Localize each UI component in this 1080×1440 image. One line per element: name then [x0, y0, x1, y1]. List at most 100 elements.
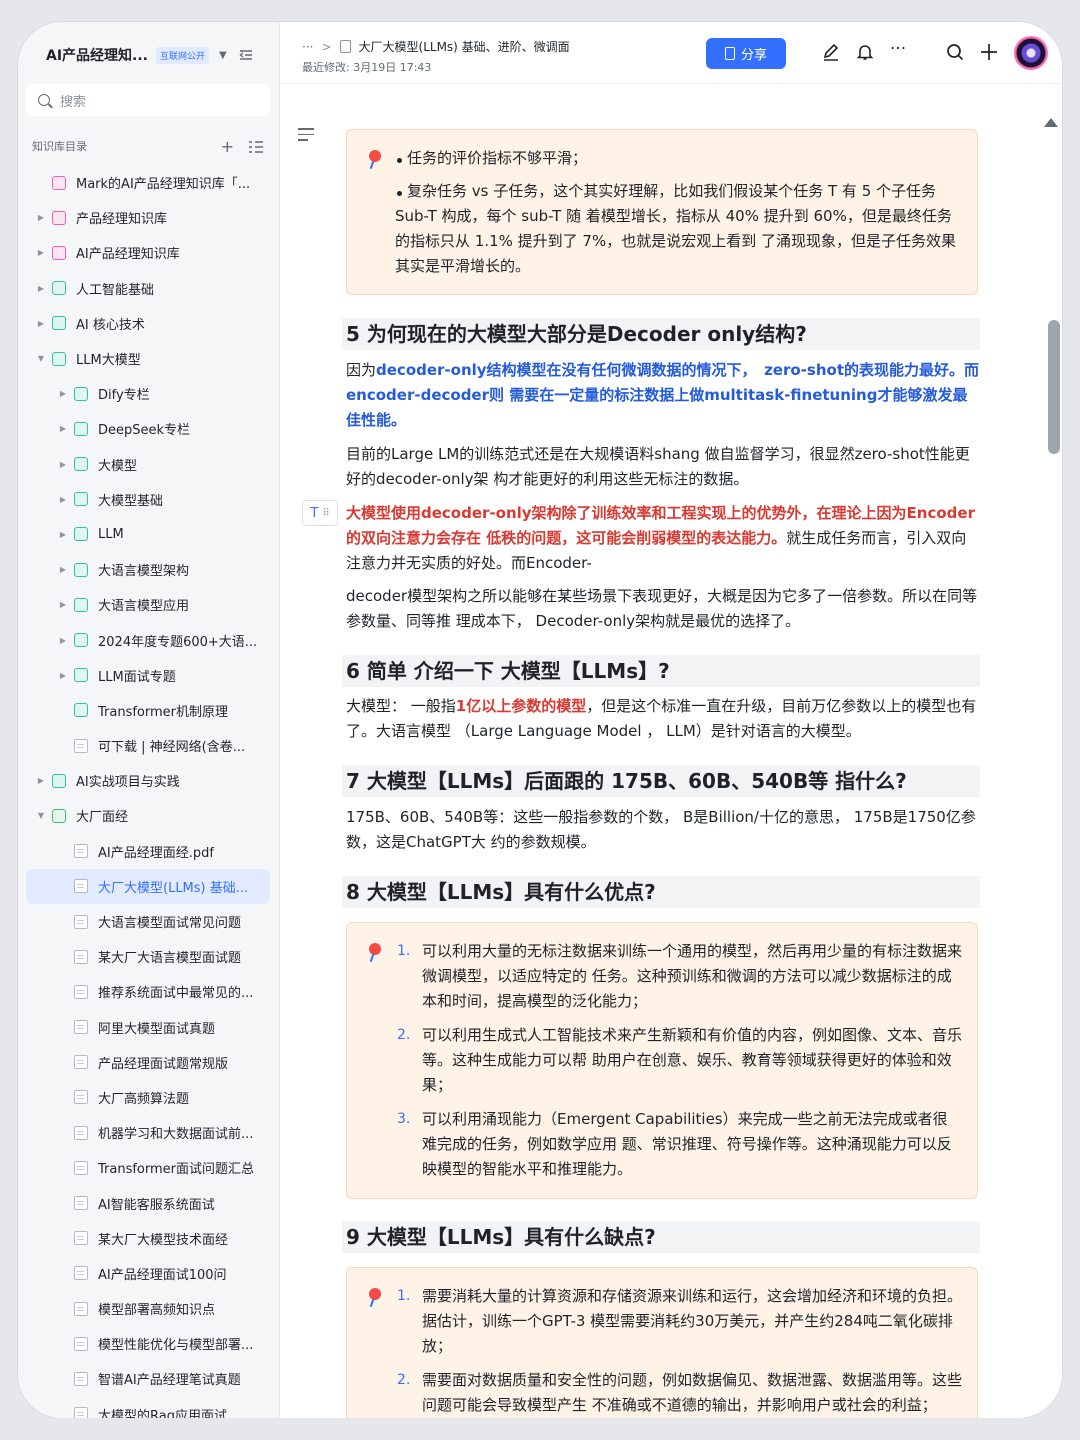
paragraph-5d: decoder模型架构之所以能够在某些场景下表现更好，大概是因为它多了一倍参数。…: [346, 587, 978, 630]
chevron-right-icon[interactable]: ▶: [36, 284, 46, 293]
sidebar-tree-item[interactable]: 智谱AI产品经理笔试真题: [26, 1361, 270, 1396]
pen-icon[interactable]: [820, 41, 842, 63]
scroll-up-icon[interactable]: [1044, 118, 1058, 127]
sidebar-tree-item[interactable]: ▶ Dify专栏: [26, 376, 270, 411]
document-icon: [74, 1160, 88, 1175]
sidebar-tree-item[interactable]: ▼ 大厂面经: [26, 798, 270, 833]
sidebar-tree-item[interactable]: ▶ 大模型: [26, 447, 270, 482]
sidebar-tree-item[interactable]: ▶ 2024年度专题600+大语...: [26, 622, 270, 657]
sidebar-tree-item[interactable]: ▶ DeepSeek专栏: [26, 411, 270, 446]
sidebar-item-label: 大模型基础: [98, 493, 164, 509]
document-icon: [74, 1090, 88, 1105]
sidebar-tree-item[interactable]: AI产品经理面经.pdf: [26, 834, 270, 869]
sidebar-tree-item[interactable]: 机器学习和大数据面试前...: [26, 1115, 270, 1150]
collapse-sidebar-icon[interactable]: [239, 49, 253, 61]
sidebar-tree-item[interactable]: Transformer机制原理: [26, 693, 270, 728]
sidebar-tree-item[interactable]: 大语言模型面试常见问题: [26, 904, 270, 939]
chevron-down-icon[interactable]: ▼: [36, 354, 46, 363]
sidebar-tree-item[interactable]: ▶ 人工智能基础: [26, 271, 270, 306]
sidebar-tree-item[interactable]: ▼ LLM大模型: [26, 341, 270, 376]
chevron-right-icon[interactable]: ▶: [58, 389, 68, 398]
chevron-right-icon[interactable]: ▶: [58, 424, 68, 433]
last-modified: 最近修改: 3月19日 17:43: [302, 61, 432, 74]
sidebar-tree-item[interactable]: ▶ 大语言模型架构: [26, 552, 270, 587]
sidebar-tree-item[interactable]: 产品经理面试题常规版: [26, 1045, 270, 1080]
sidebar-tree-item[interactable]: ▶ 产品经理知识库: [26, 200, 270, 235]
breadcrumb-more[interactable]: ···: [302, 40, 313, 54]
sidebar-item-label: 人工智能基础: [76, 282, 155, 298]
bell-icon[interactable]: [854, 41, 876, 63]
document-title[interactable]: 大厂大模型(LLMs) 基础、进阶、微调面: [359, 38, 570, 55]
scrollbar[interactable]: [1048, 320, 1060, 454]
sidebar-item-label: AI产品经理面经.pdf: [98, 845, 214, 861]
sidebar-item-label: Transformer面试问题汇总: [98, 1162, 255, 1178]
knowledge-icon: [74, 562, 88, 577]
document-icon: [74, 914, 88, 929]
sidebar-item-label: 2024年度专题600+大语...: [98, 634, 258, 650]
sidebar-tree-item[interactable]: 阿里大模型面试真题: [26, 1010, 270, 1045]
chevron-right-icon[interactable]: ▶: [36, 776, 46, 785]
sidebar-tree-item[interactable]: 推荐系统面试中最常见的...: [26, 974, 270, 1009]
sidebar-tree-item[interactable]: ▶ AI实战项目与实践: [26, 763, 270, 798]
heading-9: 9 大模型【LLMs】具有什么缺点?: [342, 1221, 980, 1253]
chevron-right-icon[interactable]: ▶: [36, 248, 46, 257]
chevron-right-icon[interactable]: ▶: [58, 671, 68, 680]
sidebar-tree-item[interactable]: Mark的AI产品经理知识库「...: [26, 165, 270, 200]
sidebar-item-label: 大厂面经: [76, 810, 129, 826]
search-icon: [38, 94, 50, 106]
sidebar-tree-item[interactable]: ▶ AI产品经理知识库: [26, 235, 270, 270]
sidebar-tree-item[interactable]: 模型部署高频知识点: [26, 1291, 270, 1326]
sidebar-tree-item[interactable]: 模型性能优化与模型部署...: [26, 1326, 270, 1361]
pushpin-icon: [369, 943, 381, 955]
knowledge-icon: [52, 245, 66, 260]
share-button[interactable]: 分享: [706, 38, 786, 69]
chevron-right-icon[interactable]: ▶: [36, 213, 46, 222]
search-icon[interactable]: [944, 41, 966, 63]
chevron-right-icon[interactable]: ▶: [58, 565, 68, 574]
chevron-right-icon[interactable]: ▶: [58, 636, 68, 645]
chevron-right-icon[interactable]: ▶: [58, 460, 68, 469]
outline-icon[interactable]: [298, 128, 314, 145]
chevron-right-icon[interactable]: ▶: [36, 319, 46, 328]
heading-6: 6 简单 介绍一下 大模型【LLMs】?: [342, 655, 980, 687]
sidebar-item-label: AI智能客服系统面试: [98, 1197, 215, 1213]
chevron-right-icon[interactable]: ▶: [58, 530, 68, 539]
sidebar-tree-item[interactable]: 可下载 | 神经网络(含卷...: [26, 728, 270, 763]
sidebar-tree-item[interactable]: 大模型的Rag应用面试: [26, 1397, 270, 1418]
sidebar-tree-item[interactable]: 大厂高频算法题: [26, 1080, 270, 1115]
sidebar-tree-item[interactable]: ▶ 大语言模型应用: [26, 587, 270, 622]
chevron-right-icon[interactable]: ▶: [58, 495, 68, 504]
highlight-span: 1亿以上参数的模型: [455, 697, 587, 715]
avatar[interactable]: [1014, 36, 1048, 70]
sidebar-item-label: 大语言模型面试常见问题: [98, 916, 242, 932]
caret-down-icon[interactable]: ▼: [219, 50, 227, 61]
sidebar-item-label: 大模型的Rag应用面试: [98, 1408, 227, 1418]
chevron-down-icon[interactable]: ▼: [36, 811, 46, 820]
sidebar-tree-item[interactable]: Transformer面试问题汇总: [26, 1150, 270, 1185]
sidebar-tree-item[interactable]: AI产品经理面试100问: [26, 1256, 270, 1291]
sidebar-tree-item[interactable]: ▶ 大模型基础: [26, 482, 270, 517]
plus-icon[interactable]: [978, 41, 1000, 63]
text-block-handle[interactable]: T ⠿: [302, 500, 338, 526]
document-icon: [74, 844, 88, 859]
knowledge-base-title[interactable]: AI产品经理知...: [46, 45, 148, 65]
sidebar-tree-item[interactable]: 某大厂大语言模型面试题: [26, 939, 270, 974]
chevron-right-icon[interactable]: ▶: [58, 600, 68, 609]
sidebar-tree-item[interactable]: 某大厂大模型技术面经: [26, 1221, 270, 1256]
sidebar-search[interactable]: 搜索: [26, 84, 270, 116]
add-icon[interactable]: +: [221, 137, 234, 156]
list-icon[interactable]: [248, 140, 264, 154]
document-icon: [74, 984, 88, 999]
sidebar-item-label: LLM: [98, 526, 124, 542]
list-item: 需要消耗大量的计算资源和存储资源来训练和运行，这会增加经济和环境的负担。据估计，…: [422, 1287, 963, 1355]
knowledge-icon: [74, 421, 88, 436]
paragraph-5a: 因为decoder-only结构模型在没有任何微调数据的情况下， zero-sh…: [346, 358, 980, 433]
sidebar-tree-item[interactable]: 大厂大模型(LLMs) 基础...: [26, 868, 270, 904]
sidebar-tree-item[interactable]: ▶ AI 核心技术: [26, 306, 270, 341]
more-icon[interactable]: ···: [887, 38, 909, 60]
sidebar-tree-item[interactable]: AI智能客服系统面试: [26, 1185, 270, 1220]
sidebar-tree-item[interactable]: ▶ LLM: [26, 517, 270, 552]
sidebar-tree-item[interactable]: ▶ LLM面试专题: [26, 658, 270, 693]
heading-5: 5 为何现在的大模型大部分是Decoder only结构?: [342, 318, 980, 350]
text-span: 因为: [346, 361, 377, 379]
